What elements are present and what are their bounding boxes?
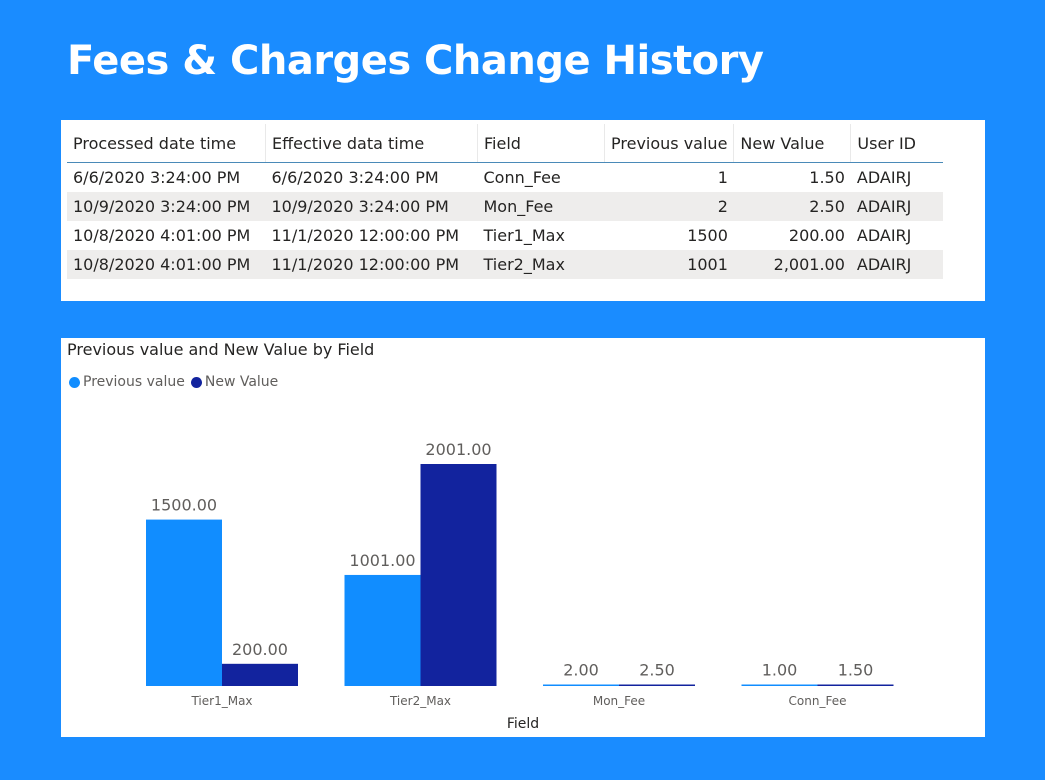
x-tick-label: Tier2_Max <box>389 694 451 708</box>
data-label: 2.00 <box>563 661 599 680</box>
data-label: 2001.00 <box>425 440 491 459</box>
column-header-user-id[interactable]: User ID <box>850 124 943 163</box>
bar-tier2_max-previous[interactable] <box>344 574 421 686</box>
cell-effective-date: 6/6/2020 3:24:00 PM <box>271 168 439 187</box>
cell-previous-value: 1 <box>717 168 728 187</box>
cell-field: Conn_Fee <box>483 168 561 187</box>
bar-mon_fee-new[interactable] <box>619 684 695 687</box>
column-header-effective-date[interactable]: Effective data time <box>265 124 478 163</box>
cell-new-value: 2.50 <box>733 192 851 221</box>
cell-user-id: ADAIRJ <box>856 168 912 187</box>
bar-tier2_max-new[interactable] <box>420 464 497 686</box>
data-label: 1.00 <box>762 661 798 680</box>
data-label: 1.50 <box>838 661 874 680</box>
cell-user-id: ADAIRJ <box>850 192 943 221</box>
table-row[interactable]: 6/6/2020 3:24:00 PM 6/6/2020 3:24:00 PM … <box>67 163 943 193</box>
table-row[interactable]: 10/8/2020 4:01:00 PM 11/1/2020 12:00:00 … <box>67 250 943 279</box>
x-tick-label: Mon_Fee <box>593 694 645 708</box>
cell-new-value: 2,001.00 <box>733 250 851 279</box>
column-header-previous-value[interactable]: Previous value <box>603 124 734 163</box>
cell-field: Mon_Fee <box>477 192 605 221</box>
bar-mon_fee-previous[interactable] <box>543 684 619 687</box>
table-row[interactable]: 10/8/2020 4:01:00 PM 11/1/2020 12:00:00 … <box>67 221 943 250</box>
cell-effective-date: 11/1/2020 12:00:00 PM <box>265 250 478 279</box>
bar-tier1_max-previous[interactable] <box>146 519 222 686</box>
cell-processed-date: 10/8/2020 4:01:00 PM <box>73 226 251 245</box>
cell-new-value: 1.50 <box>809 168 845 187</box>
x-tick-label: Conn_Fee <box>789 694 847 708</box>
data-label: 2.50 <box>639 661 675 680</box>
cell-new-value: 200.00 <box>788 226 845 245</box>
x-tick-label: Tier1_Max <box>190 694 252 708</box>
table-header-row: Processed date time Effective data time … <box>67 124 943 163</box>
cell-processed-date: 10/9/2020 3:24:00 PM <box>67 192 266 221</box>
cell-user-id: ADAIRJ <box>856 226 912 245</box>
table-row[interactable]: 10/9/2020 3:24:00 PM 10/9/2020 3:24:00 P… <box>67 192 943 221</box>
cell-processed-date: 10/8/2020 4:01:00 PM <box>67 250 266 279</box>
change-history-table-card: Processed date time Effective data time … <box>61 120 985 301</box>
bar-chart-plot: 1500.00 200.00 Tier1_Max 1001.00 2001.00 Tier… <box>146 440 894 732</box>
bar-chart-card: Previous value and New Value by Field Pr… <box>61 338 985 737</box>
bar-tier1_max-new[interactable] <box>222 663 298 686</box>
cell-previous-value: 1500 <box>687 226 728 245</box>
cell-user-id: ADAIRJ <box>850 250 943 279</box>
column-header-processed-date[interactable]: Processed date time <box>67 124 266 163</box>
cell-field: Tier1_Max <box>483 226 565 245</box>
column-header-field[interactable]: Field <box>477 124 605 163</box>
change-history-table: Processed date time Effective data time … <box>67 124 943 279</box>
data-label: 1500.00 <box>151 496 217 515</box>
page-title: Fees & Charges Change History <box>67 38 764 84</box>
cell-previous-value: 2 <box>604 192 734 221</box>
cell-previous-value: 1001 <box>604 250 734 279</box>
data-label: 1001.00 <box>349 551 415 570</box>
cell-processed-date: 6/6/2020 3:24:00 PM <box>73 168 241 187</box>
cell-effective-date: 11/1/2020 12:00:00 PM <box>271 226 460 245</box>
x-axis-title: Field <box>507 716 539 732</box>
bar-conn_fee-previous[interactable] <box>741 684 818 687</box>
column-header-new-value[interactable]: New Value <box>733 124 851 163</box>
data-label: 200.00 <box>232 640 288 659</box>
cell-field: Tier2_Max <box>477 250 605 279</box>
bar-conn_fee-new[interactable] <box>817 684 894 687</box>
cell-effective-date: 10/9/2020 3:24:00 PM <box>265 192 478 221</box>
